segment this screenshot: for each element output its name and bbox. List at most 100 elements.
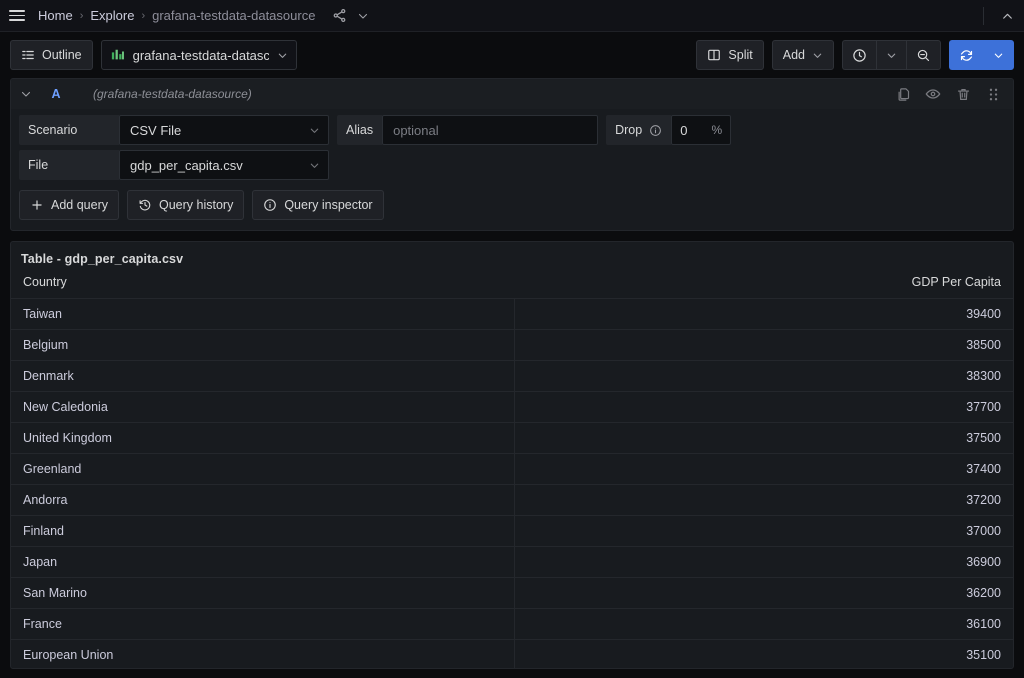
table-row[interactable]: Denmark 38300 xyxy=(11,360,1013,392)
table-row[interactable]: Finland 37000 xyxy=(11,515,1013,547)
chevron-down-icon xyxy=(309,160,320,171)
cell-country: Belgium xyxy=(11,329,515,361)
file-select-value: gdp_per_capita.csv xyxy=(130,157,243,173)
cell-gdp-per-capita: 36100 xyxy=(514,608,1013,640)
cell-gdp-per-capita: 39400 xyxy=(514,298,1013,330)
cell-country: European Union xyxy=(11,639,515,668)
scenario-label: Scenario xyxy=(19,115,119,145)
chevron-down-icon[interactable] xyxy=(15,83,37,105)
drop-percent-suffix: % xyxy=(711,123,723,137)
toolbar-left-group: Outline grafana-testdata-datasc xyxy=(10,40,297,70)
table-row[interactable]: European Union 35100 xyxy=(11,639,1013,668)
query-ref-id[interactable]: A xyxy=(45,87,67,101)
file-field-row: File gdp_per_capita.csv xyxy=(19,150,1005,180)
query-row-header: A (grafana-testdata-datasource) xyxy=(11,79,1013,109)
cell-country: Japan xyxy=(11,546,515,578)
remove-query-icon[interactable] xyxy=(955,86,971,102)
table-row[interactable]: San Marino 36200 xyxy=(11,577,1013,609)
table-header-row: Country GDP Per Capita xyxy=(11,275,1013,299)
table-row[interactable]: Belgium 38500 xyxy=(11,329,1013,361)
column-header-gdp-per-capita[interactable]: GDP Per Capita xyxy=(514,275,1013,299)
chevron-up-icon[interactable] xyxy=(994,3,1020,29)
add-query-button-label: Add query xyxy=(51,198,108,212)
scenario-select-value: CSV File xyxy=(130,122,182,138)
refresh-sync-icon xyxy=(959,48,974,63)
chevron-down-icon xyxy=(886,50,897,61)
query-row-actions xyxy=(895,86,1005,102)
outline-list-icon xyxy=(21,48,35,62)
alias-label: Alias xyxy=(337,115,383,145)
query-history-button[interactable]: Query history xyxy=(126,190,245,220)
cell-gdp-per-capita: 37000 xyxy=(514,515,1013,547)
cell-gdp-per-capita: 37700 xyxy=(514,391,1013,423)
hamburger-menu-icon[interactable] xyxy=(0,0,34,32)
datasource-picker-value: grafana-testdata-datasc xyxy=(132,47,269,63)
cell-gdp-per-capita: 35100 xyxy=(514,639,1013,668)
split-button[interactable]: Split xyxy=(696,40,764,70)
add-button[interactable]: Add xyxy=(771,40,834,70)
table-row[interactable]: New Caledonia 37700 xyxy=(11,391,1013,423)
share-icon[interactable] xyxy=(332,8,347,23)
add-query-button[interactable]: Add query xyxy=(19,190,119,220)
cell-country: San Marino xyxy=(11,577,515,609)
cell-country: Denmark xyxy=(11,360,515,392)
chevron-down-icon xyxy=(277,50,288,61)
file-select[interactable]: gdp_per_capita.csv xyxy=(119,150,329,180)
info-circle-icon xyxy=(263,198,277,212)
breadcrumb: Home › Explore › grafana-testdata-dataso… xyxy=(38,8,369,23)
outline-button-label: Outline xyxy=(42,48,82,62)
cell-gdp-per-capita: 38300 xyxy=(514,360,1013,392)
table-row[interactable]: United Kingdom 37500 xyxy=(11,422,1013,454)
cell-gdp-per-capita: 36200 xyxy=(514,577,1013,609)
drag-handle-icon[interactable] xyxy=(985,86,1001,102)
query-history-button-label: Query history xyxy=(158,198,234,212)
results-panel: Table - gdp_per_capita.csv Country GDP P… xyxy=(10,241,1014,669)
explore-toolbar: Outline grafana-testdata-datasc Split Ad… xyxy=(0,32,1024,78)
refresh-controls xyxy=(949,40,1014,70)
table-row[interactable]: Japan 36900 xyxy=(11,546,1013,578)
refresh-button[interactable] xyxy=(949,40,983,70)
cell-gdp-per-capita: 37200 xyxy=(514,484,1013,516)
datasource-bars-icon xyxy=(111,48,125,62)
query-action-buttons: Add query Query history Query inspector xyxy=(19,190,1005,220)
table-row[interactable]: France 36100 xyxy=(11,608,1013,640)
drop-percent-input[interactable]: 0 % xyxy=(671,115,732,145)
breadcrumb-item-explore[interactable]: Explore xyxy=(90,8,134,23)
column-header-country[interactable]: Country xyxy=(11,275,514,299)
toggle-visibility-icon[interactable] xyxy=(925,86,941,102)
cell-country: New Caledonia xyxy=(11,391,515,423)
results-table: Country GDP Per Capita Taiwan 39400 Belgiu… xyxy=(11,275,1013,668)
magnifier-minus-icon xyxy=(916,48,931,63)
table-row[interactable]: Greenland 37400 xyxy=(11,453,1013,485)
cell-country: France xyxy=(11,608,515,640)
scenario-select[interactable]: CSV File xyxy=(119,115,329,145)
hamburger-menu-glyph xyxy=(9,10,25,21)
cell-country: Andorra xyxy=(11,484,515,516)
cell-gdp-per-capita: 37400 xyxy=(514,453,1013,485)
chevron-down-icon xyxy=(812,50,823,61)
cell-country: Greenland xyxy=(11,453,515,485)
table-row[interactable]: Taiwan 39400 xyxy=(11,298,1013,330)
chevron-down-icon[interactable] xyxy=(357,10,369,22)
history-icon xyxy=(138,198,152,212)
cell-country: Finland xyxy=(11,515,515,547)
table-row[interactable]: Andorra 37200 xyxy=(11,484,1013,516)
query-datasource-hint: (grafana-testdata-datasource) xyxy=(93,87,252,101)
cell-country: United Kingdom xyxy=(11,422,515,454)
zoom-out-button[interactable] xyxy=(906,40,941,70)
alias-input[interactable] xyxy=(382,115,599,145)
duplicate-query-icon[interactable] xyxy=(895,86,911,102)
drop-label: Drop xyxy=(606,115,672,145)
query-inspector-button[interactable]: Query inspector xyxy=(252,190,384,220)
query-inspector-button-label: Query inspector xyxy=(284,198,373,212)
breadcrumb-item-home[interactable]: Home xyxy=(38,8,73,23)
refresh-interval-dropdown-button[interactable] xyxy=(983,40,1014,70)
outline-button[interactable]: Outline xyxy=(10,40,93,70)
datasource-picker[interactable]: grafana-testdata-datasc xyxy=(100,40,297,70)
time-picker-button[interactable] xyxy=(842,40,876,70)
scenario-field-row: Scenario CSV File Alias Drop 0 xyxy=(19,115,1005,145)
info-circle-icon[interactable] xyxy=(649,124,662,137)
split-button-label: Split xyxy=(728,48,753,62)
time-picker-dropdown-button[interactable] xyxy=(876,40,906,70)
drop-percent-value: 0 xyxy=(680,122,688,138)
